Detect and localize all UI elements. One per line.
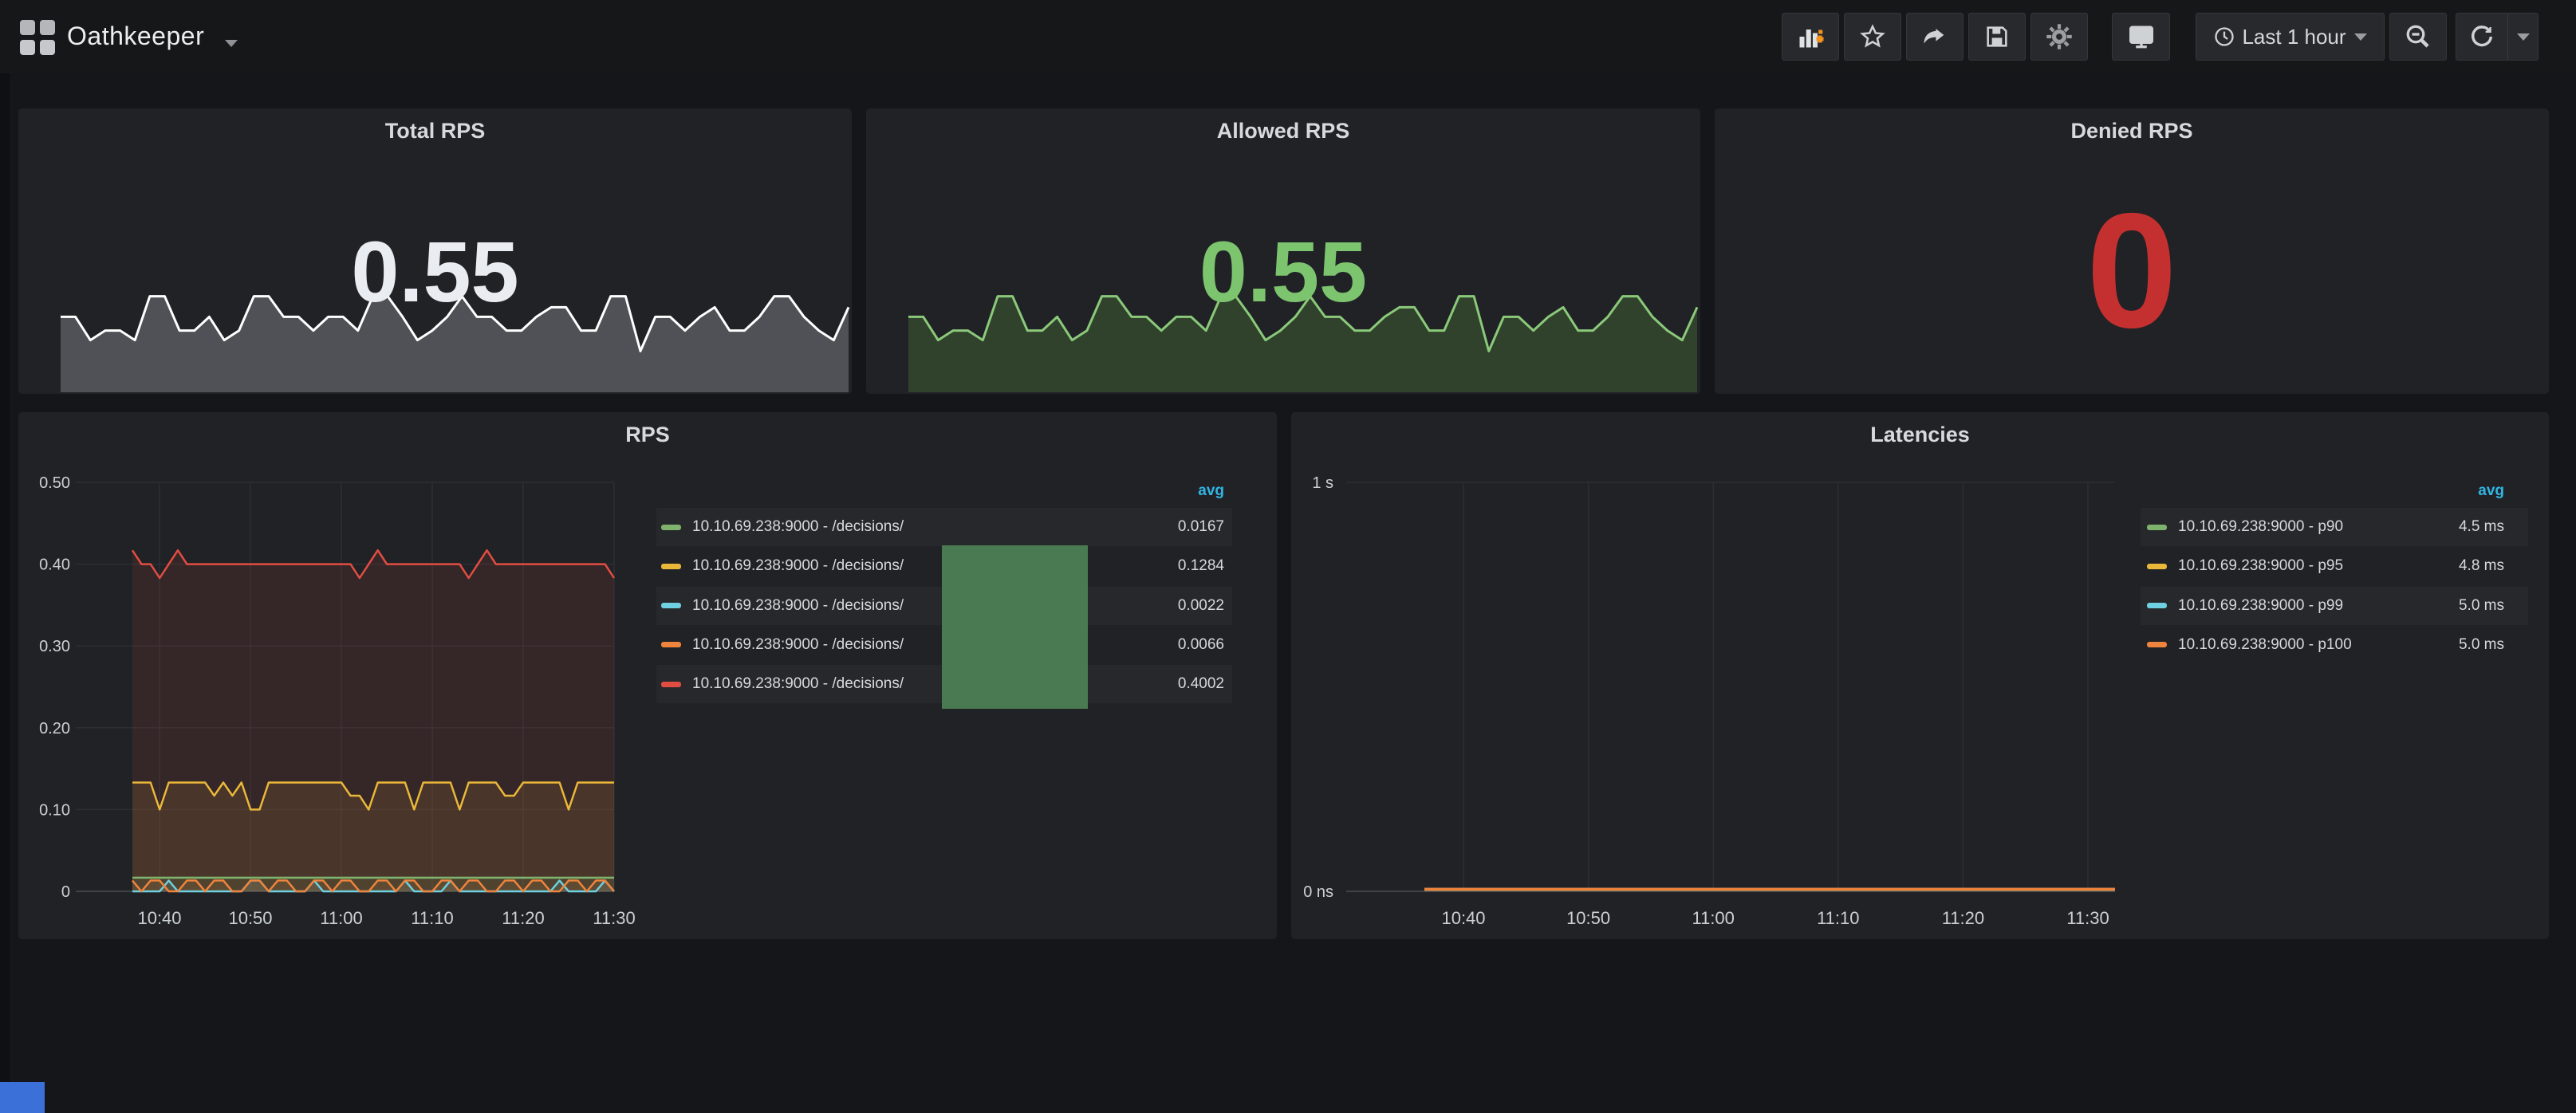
legend-series-label[interactable]: 10.10.69.238:9000 - p95 — [2178, 557, 2343, 575]
y-axis-tick-label: 0.20 — [39, 720, 70, 737]
stat-value: 0.55 — [866, 225, 1700, 319]
legend-row[interactable]: 10.10.69.238:9000 - p99 5.0 ms — [2141, 587, 2528, 625]
series-color-swatch[interactable] — [661, 525, 681, 530]
x-axis-tick-label: 10:50 — [228, 908, 272, 928]
y-axis-tick-label: 0.40 — [39, 556, 70, 574]
y-axis-tick-label: 1 s — [1312, 474, 1333, 492]
legend-row[interactable]: 10.10.69.238:9000 - /decisions/0.0167 — [656, 508, 1232, 546]
stat-value: 0.55 — [18, 225, 852, 319]
navbar: Oathkeeper — [0, 0, 2576, 73]
dashboard-grid-icon[interactable] — [20, 20, 55, 55]
legend-series-value: 0.4002 — [1178, 675, 1224, 693]
panel-allowed-rps: Allowed RPS 0.55 — [866, 108, 1700, 394]
add-panel-button[interactable] — [1782, 13, 1839, 61]
series-color-swatch[interactable] — [661, 564, 681, 569]
x-axis-tick-label: 11:20 — [1942, 908, 1984, 928]
panel-latencies-chart: Latencies 0 ns1 s10:4010:5011:0011:1011:… — [1291, 412, 2549, 939]
x-axis-tick-label: 11:00 — [1692, 908, 1734, 928]
series-color-swatch[interactable] — [661, 642, 681, 647]
x-axis-tick-label: 10:50 — [1566, 908, 1610, 928]
cycle-view-mode-button[interactable] — [2112, 13, 2170, 61]
y-axis-tick-label: 0 ns — [1303, 883, 1333, 901]
legend-series-value: 4.8 ms — [2459, 557, 2504, 575]
legend-series-value: 0.0167 — [1178, 518, 1224, 536]
x-axis-tick-label: 11:30 — [593, 908, 635, 928]
refresh-icon — [2468, 23, 2495, 50]
y-axis-tick-label: 0 — [61, 883, 70, 901]
legend-series-label[interactable]: 10.10.69.238:9000 - p100 — [2178, 636, 2352, 654]
series-color-swatch[interactable] — [661, 603, 681, 608]
star-icon — [1859, 23, 1886, 50]
legend-series-label[interactable]: 10.10.69.238:9000 - /decisions/ — [692, 636, 904, 654]
gear-icon — [2045, 22, 2074, 51]
series-color-swatch[interactable] — [661, 682, 681, 687]
series-color-swatch[interactable] — [2147, 642, 2167, 647]
y-axis-tick-label: 0.10 — [39, 801, 70, 819]
series-color-swatch[interactable] — [2147, 603, 2167, 608]
legend-row[interactable]: 10.10.69.238:9000 - p100 5.0 ms — [2141, 626, 2528, 664]
time-range-label: Last 1 hour — [2242, 25, 2346, 49]
series-color-swatch[interactable] — [2147, 525, 2167, 530]
chevron-down-icon — [2354, 33, 2367, 41]
blue-corner-artifact — [0, 1082, 45, 1113]
chevron-down-icon[interactable] — [225, 40, 238, 47]
legend-series-value: 5.0 ms — [2459, 636, 2504, 654]
x-axis-tick-label: 11:10 — [411, 908, 453, 928]
refresh-button-group — [2456, 13, 2539, 61]
dashboard-title[interactable]: Oathkeeper — [67, 22, 204, 51]
refresh-button[interactable] — [2456, 14, 2508, 60]
legend-series-label[interactable]: 10.10.69.238:9000 - /decisions/ — [692, 675, 904, 693]
legend-avg-header[interactable]: avg — [2141, 482, 2504, 506]
legend-row[interactable]: 10.10.69.238:9000 - p90 4.5 ms — [2141, 508, 2528, 546]
y-axis-tick-label: 0.30 — [39, 638, 70, 655]
save-button[interactable] — [1968, 13, 2026, 61]
legend-series-value: 5.0 ms — [2459, 597, 2504, 615]
legend-series-value: 0.0022 — [1178, 597, 1224, 615]
legend-series-value: 0.1284 — [1178, 557, 1224, 575]
legend-series-value: 4.5 ms — [2459, 518, 2504, 536]
panel-denied-rps: Denied RPS 0 — [1715, 108, 2549, 394]
add-panel-icon — [1796, 22, 1825, 51]
refresh-interval-dropdown[interactable] — [2508, 14, 2538, 60]
time-range-picker[interactable]: Last 1 hour — [2196, 13, 2385, 61]
zoom-out-button[interactable] — [2389, 13, 2447, 61]
x-axis-tick-label: 11:20 — [502, 908, 544, 928]
settings-button[interactable] — [2030, 13, 2088, 61]
monitor-icon — [2127, 22, 2156, 51]
panel-total-rps: Total RPS 0.55 — [18, 108, 852, 394]
stat-value: 0 — [1715, 185, 2549, 357]
x-axis-tick-label: 11:00 — [320, 908, 362, 928]
legend-series-label[interactable]: 10.10.69.238:9000 - /decisions/ — [692, 518, 904, 536]
legend-series-label[interactable]: 10.10.69.238:9000 - p99 — [2178, 597, 2343, 615]
legend-row[interactable]: 10.10.69.238:9000 - p95 4.8 ms — [2141, 547, 2528, 585]
legend-series-label[interactable]: 10.10.69.238:9000 - /decisions/ — [692, 557, 904, 575]
share-icon — [1921, 23, 1948, 50]
star-button[interactable] — [1844, 13, 1901, 61]
y-axis-tick-label: 0.50 — [39, 474, 70, 492]
series-color-swatch[interactable] — [2147, 564, 2167, 569]
x-axis-tick-label: 11:10 — [1817, 908, 1859, 928]
panel-title[interactable]: Denied RPS — [1715, 119, 2549, 144]
legend-series-label[interactable]: 10.10.69.238:9000 - p90 — [2178, 518, 2343, 536]
page-left-edge — [0, 0, 10, 1113]
green-overlay-artifact — [942, 545, 1088, 709]
legend-avg-header[interactable]: avg — [656, 482, 1224, 506]
toolbar: Last 1 hour — [1782, 13, 2539, 61]
legend-series-value: 0.0066 — [1178, 636, 1224, 654]
x-axis-tick-label: 10:40 — [1441, 908, 1485, 928]
x-axis-tick-label: 10:40 — [137, 908, 181, 928]
clock-icon — [2213, 26, 2235, 48]
panel-rps-chart: RPS 00.100.200.300.400.5010:4010:5011:00… — [18, 412, 1277, 939]
chevron-down-icon — [2517, 33, 2530, 41]
save-icon — [1983, 23, 2011, 50]
legend-series-label[interactable]: 10.10.69.238:9000 - /decisions/ — [692, 597, 904, 615]
share-button[interactable] — [1906, 13, 1964, 61]
magnifier-minus-icon — [2404, 22, 2432, 51]
x-axis-tick-label: 11:30 — [2066, 908, 2109, 928]
